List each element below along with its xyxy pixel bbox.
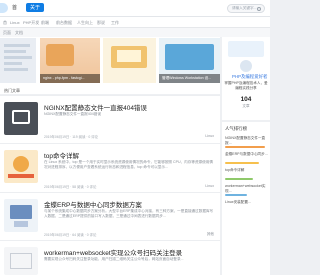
hot-list-item[interactable]: top命令详解 (225, 168, 268, 173)
article-excerpt: 需要实现公众号扫码关注登录功能，用户扫描二维码关注公众号后，网站页面自动登录..… (44, 257, 184, 261)
sub-nav: 页面 文档 (0, 28, 270, 37)
featured-thumb[interactable] (103, 38, 156, 83)
article-title[interactable]: NGINX配置静态文件一直报404错误 (44, 102, 147, 112)
category-item[interactable]: 前台数据 (56, 20, 72, 26)
article-thumbnail[interactable] (4, 199, 38, 232)
featured-thumb[interactable]: nginx - php-fpm - fastcgi... (40, 38, 100, 83)
article-tag[interactable]: Linux (205, 134, 214, 138)
category-item[interactable]: 前端 (41, 20, 49, 26)
article-excerpt: 在 Linux 系统中，top 是一个用于实时显示系统资源使用情况的命令，它能够… (44, 160, 213, 169)
top-navbar: 首 关于 请输入关键字... (0, 0, 270, 17)
category-item[interactable]: 那说 (97, 20, 105, 26)
hot-list-item[interactable]: 金蝶ERP与数据中心同步... (225, 152, 268, 157)
post-count: 104 (240, 96, 252, 103)
nav-home[interactable]: 首 (12, 4, 17, 11)
article-meta: 2019年06月19日 · 58 阅读 · 0 评论 (44, 185, 97, 189)
category-item[interactable]: 首 (3, 20, 7, 26)
article-card[interactable]: 金蝶ERP与数据中心同步数据方案 与某个系统集成中心数据同步方案分析。大型平台E… (0, 192, 220, 240)
author-name[interactable]: PHP及编程爱好者 (232, 74, 267, 80)
sub-nav-item[interactable]: 页面 (3, 30, 11, 36)
lock-icon (46, 44, 74, 66)
article-tag[interactable]: 其他 (207, 232, 214, 237)
nav-about[interactable]: 关于 (26, 3, 45, 12)
hot-list-title: 人气排行榜 (225, 126, 247, 131)
page: 首 关于 请输入关键字... 首 Linux PHP开发 前端 前台数据 人生向… (0, 0, 270, 275)
search-input[interactable]: 请输入关键字... (227, 4, 265, 13)
article-thumbnail[interactable] (4, 102, 38, 135)
author-card: PHP及编程爱好者 掌握PHP及编程技术人，爱编程实践分享 104 文章 (222, 37, 270, 120)
section-title: 热门文章 (0, 86, 220, 94)
category-item[interactable]: Linux (10, 20, 20, 25)
article-title[interactable]: top命令详解 (44, 150, 79, 160)
category-nav: 首 Linux PHP开发 前端 前台数据 人生向上 那说 工作 (0, 17, 270, 28)
search-icon[interactable] (257, 7, 261, 11)
article-excerpt: NGINX配置静态文件一直报404错误 (44, 112, 101, 116)
author-bio: 掌握PHP及编程技术人，爱编程实践分享 (224, 81, 268, 90)
search-placeholder: 请输入关键字... (232, 6, 257, 10)
hot-list-item[interactable]: Linux安装配置... (225, 200, 268, 205)
article-excerpt: 与某个系统集成中心数据同步方案分析。大型平台ERP集成中心对接，有三种方案，一是… (44, 209, 214, 218)
article-tag[interactable]: Linux (205, 184, 214, 188)
article-meta: 2019年06月19日 · 64 阅读 · 0 评论 (44, 233, 97, 237)
article-title[interactable]: 金蝶ERP与数据中心同步数据方案 (44, 199, 142, 209)
avatar[interactable] (239, 59, 253, 73)
featured-thumb[interactable]: 管理Windows Workstation 设... (159, 38, 220, 83)
article-thumbnail[interactable] (4, 150, 38, 183)
featured-banner: nginx - php-fpm - fastcgi... 管理Windows W… (0, 37, 220, 86)
site-logo[interactable] (0, 3, 8, 13)
article-card[interactable]: top命令详解 在 Linux 系统中，top 是一个用于实时显示系统资源使用情… (0, 143, 220, 192)
hot-list-card: 人气排行榜 NGINX配置静态文件一直报... 金蝶ERP与数据中心同步... … (222, 122, 270, 275)
featured-caption: 管理Windows Workstation 设... (159, 74, 220, 83)
article-thumbnail[interactable] (4, 247, 38, 275)
category-item[interactable]: PHP开发 (23, 20, 39, 26)
sub-nav-item[interactable]: 文档 (15, 30, 23, 36)
article-card[interactable]: workerman+websocket实现公众号扫码关注登录 需要实现公众号扫码… (0, 240, 220, 275)
article-title[interactable]: workerman+websocket实现公众号扫码关注登录 (44, 247, 182, 257)
post-count-label: 文章 (242, 104, 250, 108)
hot-list-item[interactable]: workerman+websocket实现... (225, 184, 268, 193)
article-card[interactable]: NGINX配置静态文件一直报404错误 NGINX配置静态文件一直报404错误 … (0, 95, 220, 143)
category-item[interactable]: 工作 (111, 20, 119, 26)
featured-caption: nginx - php-fpm - fastcgi... (40, 74, 100, 83)
category-item[interactable]: 人生向上 (77, 20, 93, 26)
article-meta: 2019年06月19日 · 119 阅读 · 0 评论 (44, 135, 99, 139)
featured-thumb[interactable] (0, 38, 36, 83)
hot-list-item[interactable]: NGINX配置静态文件一直报... (225, 136, 268, 145)
